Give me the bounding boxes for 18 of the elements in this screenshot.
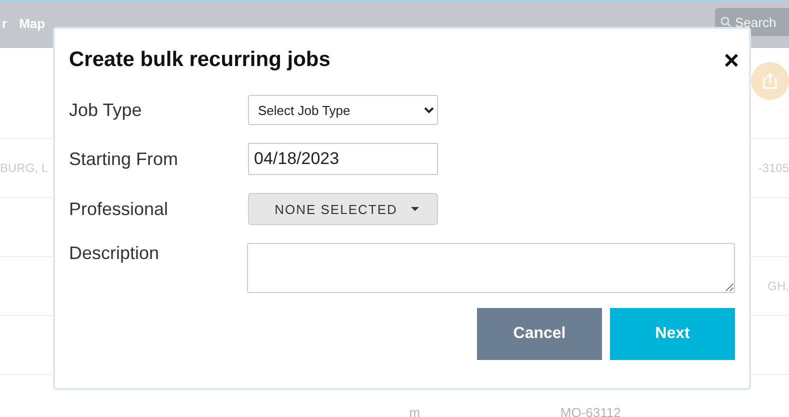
field-label: Description [69, 243, 160, 264]
caret-icon [411, 207, 420, 211]
search-icon [721, 17, 731, 27]
job-type-select[interactable]: Select Job Type [248, 95, 438, 125]
date-field[interactable]: 04/18/2023 [248, 143, 438, 175]
share-button[interactable] [751, 62, 789, 100]
close-button[interactable]: × [724, 47, 739, 73]
field-label: Professional [69, 198, 170, 220]
cancel-button[interactable]: Cancel [477, 308, 602, 360]
address-cell: MO-63112 [560, 405, 621, 417]
field-label: Job Type [69, 100, 143, 120]
dialog-title: Create bulk recurring jobs [69, 48, 330, 72]
email-cell: m [409, 405, 420, 417]
field-label: Starting From [69, 148, 180, 170]
professional-dropdown[interactable]: NONE SELECTED [248, 193, 438, 225]
share-icon [761, 72, 779, 90]
description-field[interactable] [247, 243, 735, 293]
search-input[interactable]: Search [735, 14, 785, 30]
